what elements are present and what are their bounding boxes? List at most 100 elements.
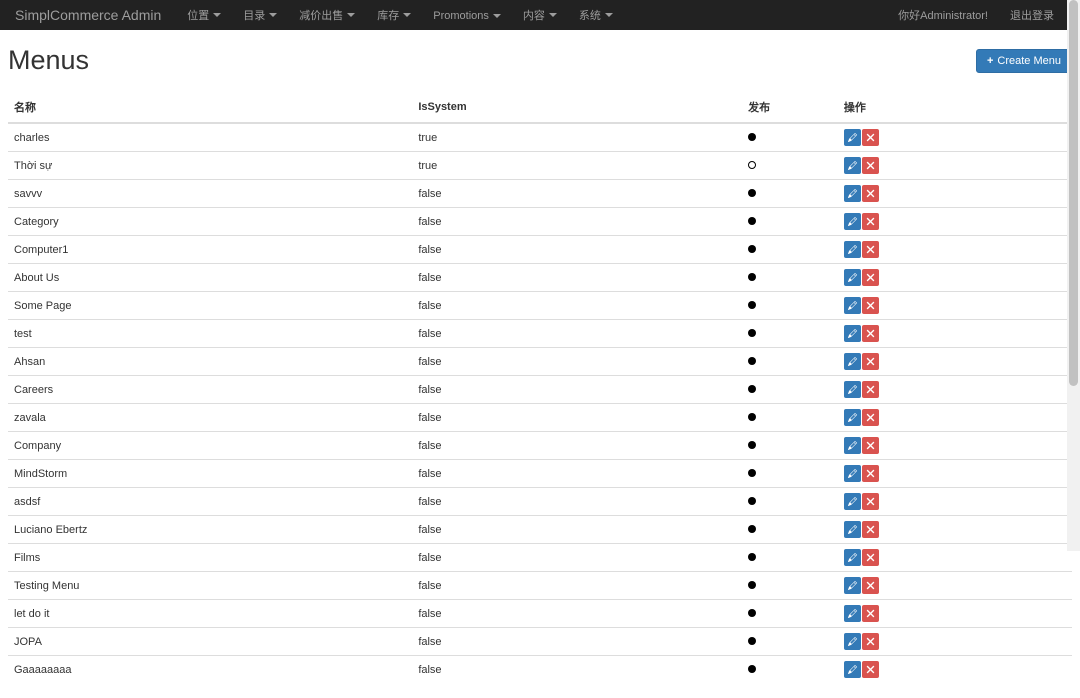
cell-name: charles [8,123,412,152]
edit-button[interactable] [844,269,861,286]
edit-button[interactable] [844,661,861,678]
navbar-menu: 位置 目录 减价出售 库存 Promotions 内容 系统 [176,0,624,30]
delete-button[interactable] [862,521,879,538]
edit-button[interactable] [844,605,861,622]
close-icon [866,494,875,509]
delete-button[interactable] [862,157,879,174]
published-dot-filled-icon [748,245,756,253]
edit-button[interactable] [844,297,861,314]
delete-button[interactable] [862,325,879,342]
cell-published [742,152,838,180]
close-icon [866,382,875,397]
delete-button[interactable] [862,409,879,426]
delete-button[interactable] [862,661,879,678]
nav-item-3[interactable]: 库存 [366,0,422,30]
scrollbar-thumb[interactable] [1069,0,1078,386]
nav-item-4[interactable]: Promotions [422,3,512,29]
published-dot-filled-icon [748,413,756,421]
cell-published [742,516,838,544]
delete-button[interactable] [862,269,879,286]
plus-icon: + [987,55,993,67]
cell-name: Careers [8,376,412,404]
published-dot-filled-icon [748,385,756,393]
delete-button[interactable] [862,633,879,650]
pencil-icon [848,410,857,425]
nav-item-1[interactable]: 目录 [232,0,288,30]
cell-name: MindStorm [8,460,412,488]
table-body: charlestrueThời sựtruesavvvfalseCategory… [8,123,1072,683]
delete-button[interactable] [862,493,879,510]
edit-button[interactable] [844,409,861,426]
delete-button[interactable] [862,129,879,146]
cell-name: test [8,320,412,348]
pencil-icon [848,494,857,509]
delete-button[interactable] [862,605,879,622]
published-dot-filled-icon [748,329,756,337]
table-row: Testing Menufalse [8,572,1072,600]
nav-item-0[interactable]: 位置 [176,0,232,30]
delete-button[interactable] [862,185,879,202]
main-container: Menus + Create Menu 名称 IsSystem 发布 操作 ch… [0,30,1080,698]
caret-icon [493,14,501,18]
cell-actions [838,320,1072,348]
user-greeting[interactable]: 你好Administrator! [887,0,999,30]
edit-button[interactable] [844,381,861,398]
delete-button[interactable] [862,297,879,314]
close-icon [866,410,875,425]
delete-button[interactable] [862,241,879,258]
cell-is-system: false [412,544,742,572]
caret-icon [605,13,613,17]
nav-item-2[interactable]: 减价出售 [288,0,366,30]
edit-button[interactable] [844,185,861,202]
cell-is-system: false [412,348,742,376]
edit-button[interactable] [844,129,861,146]
create-menu-label: Create Menu [997,55,1061,67]
logout-link[interactable]: 退出登录 [999,0,1065,30]
cell-actions [838,516,1072,544]
pencil-icon [848,662,857,677]
edit-button[interactable] [844,353,861,370]
edit-button[interactable] [844,157,861,174]
published-dot-filled-icon [748,497,756,505]
delete-button[interactable] [862,577,879,594]
edit-button[interactable] [844,549,861,566]
edit-button[interactable] [844,493,861,510]
cell-is-system: false [412,376,742,404]
close-icon [866,326,875,341]
cell-published [742,320,838,348]
edit-button[interactable] [844,325,861,342]
delete-button[interactable] [862,465,879,482]
pencil-icon [848,606,857,621]
nav-item-5[interactable]: 内容 [512,0,568,30]
delete-button[interactable] [862,437,879,454]
edit-button[interactable] [844,521,861,538]
cell-actions [838,544,1072,572]
close-icon [866,158,875,173]
nav-item-6[interactable]: 系统 [568,0,624,30]
published-dot-filled-icon [748,301,756,309]
edit-button[interactable] [844,577,861,594]
cell-name: Company [8,432,412,460]
navbar-left: SimplCommerce Admin 位置 目录 减价出售 库存 Promot… [15,0,624,30]
cell-is-system: true [412,123,742,152]
navbar-brand[interactable]: SimplCommerce Admin [15,0,176,30]
edit-button[interactable] [844,213,861,230]
cell-is-system: false [412,572,742,600]
delete-button[interactable] [862,549,879,566]
cell-name: savvv [8,180,412,208]
edit-button[interactable] [844,437,861,454]
cell-name: Ahsan [8,348,412,376]
edit-button[interactable] [844,633,861,650]
cell-name: Films [8,544,412,572]
published-dot-filled-icon [748,189,756,197]
create-menu-button[interactable]: + Create Menu [976,49,1072,73]
cell-name: Thời sự [8,152,412,180]
edit-button[interactable] [844,241,861,258]
cell-published [742,656,838,684]
edit-button[interactable] [844,465,861,482]
delete-button[interactable] [862,381,879,398]
pencil-icon [848,242,857,257]
delete-button[interactable] [862,353,879,370]
scrollbar-track[interactable] [1067,0,1080,551]
delete-button[interactable] [862,213,879,230]
